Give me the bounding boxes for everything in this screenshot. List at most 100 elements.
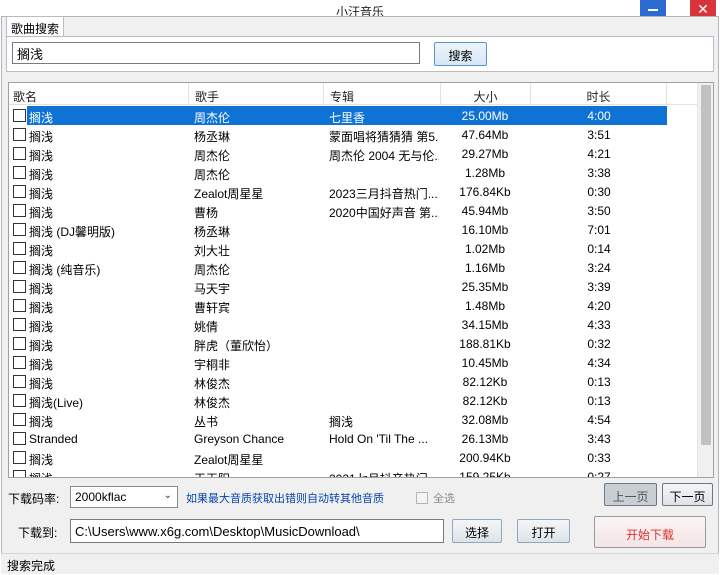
song-name-cell: 搁浅 xyxy=(29,244,54,258)
next-page-button[interactable]: 下一页 xyxy=(662,483,713,506)
duration-cell: 0:30 xyxy=(587,185,611,199)
select-all-label: 全选 xyxy=(433,493,455,505)
row-checkbox[interactable] xyxy=(13,299,26,312)
column-header-size[interactable]: 大小 xyxy=(441,83,531,105)
song-name-cell: 搁浅 xyxy=(29,187,54,201)
artist-cell: 杨丞琳 xyxy=(194,225,231,239)
song-name-cell: 搁浅 xyxy=(29,470,189,477)
table-row[interactable]: 搁浅 周杰伦 周杰伦 2004 无与伦... 29.27Mb 4:21 xyxy=(9,144,699,163)
row-checkbox[interactable] xyxy=(13,470,26,477)
song-name-cell: 搁浅 xyxy=(29,149,54,163)
table-row[interactable]: 搁浅 丛书 搁浅 32.08Mb 4:54 xyxy=(9,410,699,429)
table-row[interactable]: 搁浅 (纯音乐) 周杰伦 1.16Mb 3:24 xyxy=(9,258,699,277)
vertical-scrollbar[interactable] xyxy=(697,83,713,477)
bitrate-select[interactable]: 2000kflac ⌄ xyxy=(70,486,178,508)
column-header-album[interactable]: 专辑 xyxy=(324,83,441,105)
album-cell: 2021七月抖音热门... xyxy=(329,470,439,477)
select-all-checkbox[interactable]: 全选 xyxy=(416,490,455,506)
table-row[interactable]: 搁浅 姚倩 34.15Mb 4:33 xyxy=(9,315,699,334)
table-row[interactable]: 搁浅(Live) 林俊杰 82.12Kb 0:13 xyxy=(9,391,699,410)
table-row[interactable]: 搁浅 周杰伦 1.28Mb 3:38 xyxy=(9,163,699,182)
size-cell: 10.45Mb xyxy=(461,356,509,370)
row-checkbox[interactable] xyxy=(13,261,26,274)
duration-cell: 3:39 xyxy=(587,280,611,294)
album-cell: 七里香 xyxy=(329,111,366,125)
row-checkbox[interactable] xyxy=(13,242,26,255)
row-checkbox[interactable] xyxy=(13,223,26,236)
row-checkbox[interactable] xyxy=(13,128,26,141)
album-cell: 蒙面唱将猜猜猜 第5... xyxy=(329,130,439,144)
row-checkbox[interactable] xyxy=(13,280,26,293)
scrollbar-thumb[interactable] xyxy=(701,85,711,445)
duration-cell: 4:33 xyxy=(587,318,611,332)
row-checkbox[interactable] xyxy=(13,375,26,388)
row-checkbox[interactable] xyxy=(13,451,26,464)
row-checkbox[interactable] xyxy=(13,109,26,122)
table-row[interactable]: Stranded Greyson Chance Hold On 'Til The .… xyxy=(9,429,699,448)
size-cell: 176.84Kb xyxy=(459,185,511,199)
table-row[interactable]: 搁浅 曹轩宾 1.48Mb 4:20 xyxy=(9,296,699,315)
table-row[interactable]: 搁浅 马天宇 25.35Mb 3:39 xyxy=(9,277,699,296)
bitrate-label: 下载码率: xyxy=(8,492,60,506)
row-checkbox[interactable] xyxy=(13,318,26,331)
table-row[interactable]: 搁浅 曹杨 2020中国好声音 第... 45.94Mb 3:50 xyxy=(9,201,699,220)
artist-cell: Zealot周星星 xyxy=(194,453,264,467)
row-checkbox[interactable] xyxy=(13,147,26,160)
table-row[interactable]: 搁浅 Zealot周星星 2023三月抖音热门... 176.84Kb 0:30 xyxy=(9,182,699,201)
album-cell: Hold On 'Til The ... xyxy=(329,432,428,446)
column-header-artist[interactable]: 歌手 xyxy=(189,83,324,105)
artist-cell: 曹轩宾 xyxy=(194,301,231,315)
duration-cell: 0:13 xyxy=(587,375,611,389)
artist-cell: 周杰伦 xyxy=(194,168,231,182)
prev-page-button[interactable]: 上一页 xyxy=(604,483,657,506)
column-header-name[interactable]: 歌名 xyxy=(9,83,189,105)
song-name-cell: 搁浅 xyxy=(29,320,54,334)
choose-folder-button[interactable]: 选择 xyxy=(452,519,502,543)
search-button[interactable]: 搜索 xyxy=(434,42,487,66)
song-name-cell: 搁浅 xyxy=(29,168,54,182)
artist-cell: Greyson Chance xyxy=(194,432,285,446)
row-checkbox[interactable] xyxy=(13,394,26,407)
list-header: 歌名 歌手 专辑 大小 时长 xyxy=(9,83,699,105)
table-row[interactable]: 搁浅 (DJ馨明版) 杨丞琳 16.10Mb 7:01 xyxy=(9,220,699,239)
checkbox-icon xyxy=(416,492,428,504)
row-checkbox[interactable] xyxy=(13,432,26,445)
table-row[interactable]: 搁浅 周杰伦 七里香 25.00Mb 4:00 xyxy=(9,106,699,125)
artist-cell: 马天宇 xyxy=(194,282,231,296)
duration-cell: 0:14 xyxy=(587,242,611,256)
open-folder-button[interactable]: 打开 xyxy=(517,519,570,543)
start-download-button[interactable]: 开始下载 xyxy=(594,516,706,548)
duration-cell: 3:43 xyxy=(587,432,611,446)
duration-cell: 4:54 xyxy=(587,413,611,427)
size-cell: 47.64Mb xyxy=(461,128,509,142)
chevron-down-icon: ⌄ xyxy=(163,490,172,501)
table-row[interactable]: 搁浅 胖虎（董欣怡） 188.81Kb 0:32 xyxy=(9,334,699,353)
row-checkbox[interactable] xyxy=(13,185,26,198)
row-checkbox[interactable] xyxy=(13,413,26,426)
duration-cell: 3:50 xyxy=(587,204,611,218)
artist-cell: 周杰伦 xyxy=(194,263,231,277)
artist-cell: 胖虎（董欣怡） xyxy=(194,339,279,353)
song-name-cell: 搁浅 xyxy=(29,377,54,391)
row-checkbox[interactable] xyxy=(13,337,26,350)
search-input[interactable] xyxy=(12,42,420,64)
song-name-cell: 搁浅 (纯音乐) xyxy=(29,263,101,277)
column-header-duration[interactable]: 时长 xyxy=(531,83,667,105)
size-cell: 188.81Kb xyxy=(459,337,511,351)
download-path-input[interactable] xyxy=(70,519,444,543)
table-row[interactable]: 搁浅 刘大壮 1.02Mb 0:14 xyxy=(9,239,699,258)
song-name-cell: 搁浅 (DJ馨明版) xyxy=(29,225,115,239)
table-row[interactable]: 搁浅 杨丞琳 蒙面唱将猜猜猜 第5... 47.64Mb 3:51 xyxy=(9,125,699,144)
tab-song-search[interactable]: 歌曲搜索 xyxy=(6,16,64,37)
table-row[interactable]: 搁浅王天阳 2021七月抖音热门... 159.25Kb 0:27 xyxy=(9,467,699,477)
row-checkbox[interactable] xyxy=(13,204,26,217)
size-cell: 25.35Mb xyxy=(461,280,509,294)
song-list[interactable]: 歌名 歌手 专辑 大小 时长 搁浅 周杰伦 七里香 25.00Mb 4:00 搁浅 杨丞琳蒙… xyxy=(8,82,714,478)
table-row[interactable]: 搁浅 林俊杰 82.12Kb 0:13 xyxy=(9,372,699,391)
table-row[interactable]: 搁浅 Zealot周星星 200.94Kb 0:33 xyxy=(9,448,699,467)
row-checkbox[interactable] xyxy=(13,166,26,179)
size-cell: 1.48Mb xyxy=(464,299,506,313)
song-name-cell: 搁浅(Live) xyxy=(29,396,84,410)
row-checkbox[interactable] xyxy=(13,356,26,369)
table-row[interactable]: 搁浅 宇桐非 10.45Mb 4:34 xyxy=(9,353,699,372)
